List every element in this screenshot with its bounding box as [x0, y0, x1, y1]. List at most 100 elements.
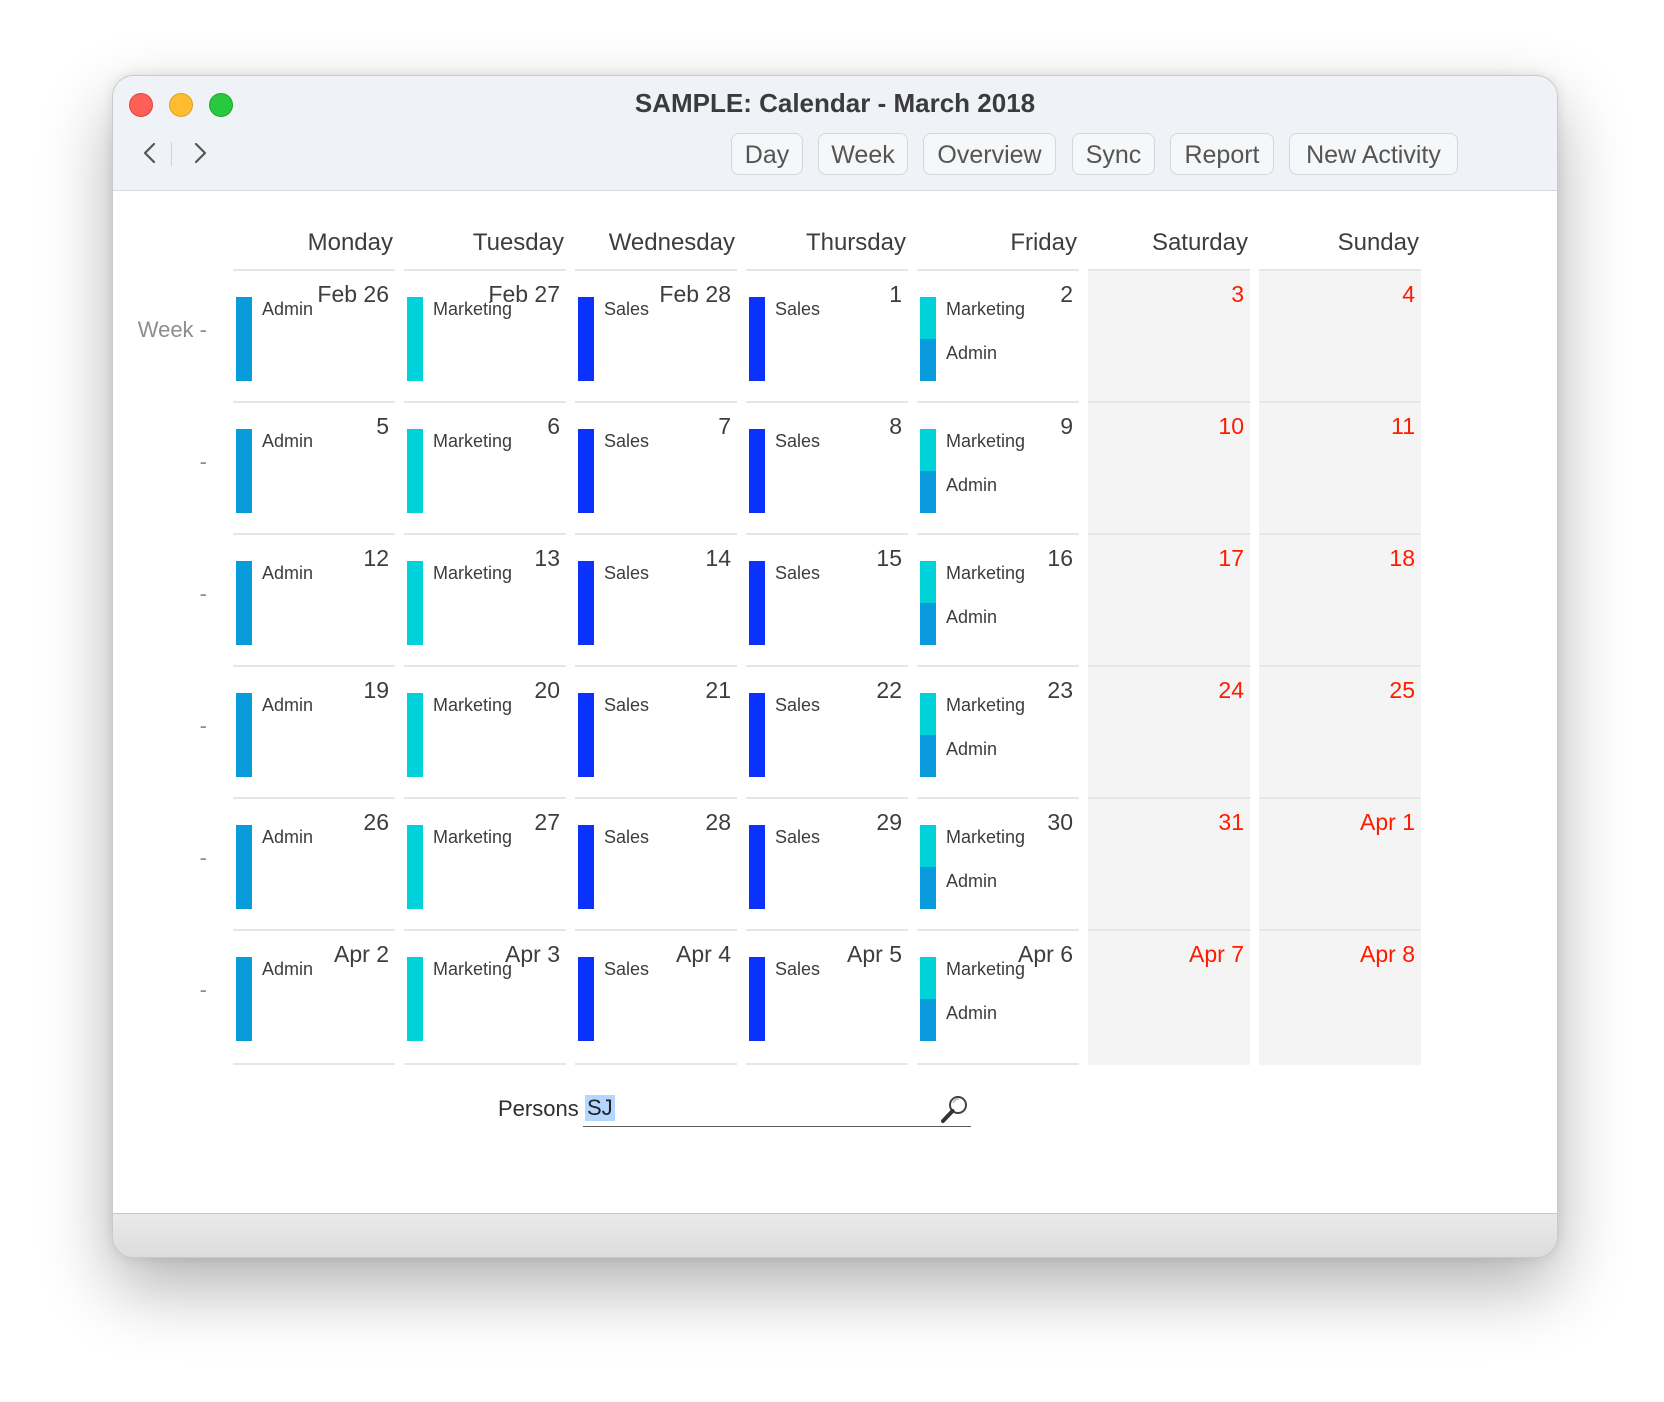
- event-label-admin[interactable]: Admin: [946, 871, 997, 892]
- event-label-admin[interactable]: Admin: [262, 695, 313, 716]
- week-label[interactable]: Week -: [113, 317, 207, 343]
- day-cell[interactable]: 20 Marketing: [404, 665, 566, 797]
- day-cell[interactable]: 22 Sales: [746, 665, 908, 797]
- new-activity-button[interactable]: New Activity: [1289, 133, 1458, 175]
- week-label[interactable]: -: [113, 581, 207, 607]
- day-cell[interactable]: 14 Sales: [575, 533, 737, 665]
- day-cell[interactable]: 25: [1259, 665, 1421, 797]
- event-label-marketing[interactable]: Marketing: [433, 431, 512, 452]
- day-cell[interactable]: 28 Sales: [575, 797, 737, 929]
- event-label-sales[interactable]: Sales: [775, 431, 820, 452]
- day-cell[interactable]: Feb 26 Admin: [233, 269, 395, 401]
- event-label-sales[interactable]: Sales: [775, 563, 820, 584]
- event-label-marketing[interactable]: Marketing: [946, 959, 1025, 980]
- week-label[interactable]: -: [113, 977, 207, 1003]
- event-bar-admin[interactable]: [236, 561, 252, 645]
- event-label-marketing[interactable]: Marketing: [433, 299, 512, 320]
- day-cell[interactable]: 10: [1088, 401, 1250, 533]
- day-cell[interactable]: 29 Sales: [746, 797, 908, 929]
- day-cell[interactable]: 21 Sales: [575, 665, 737, 797]
- week-label[interactable]: -: [113, 449, 207, 475]
- day-cell[interactable]: Apr 7: [1088, 929, 1250, 1065]
- event-label-admin[interactable]: Admin: [946, 1003, 997, 1024]
- event-label-marketing[interactable]: Marketing: [433, 827, 512, 848]
- sync-button[interactable]: Sync: [1072, 133, 1155, 175]
- day-cell[interactable]: Apr 1: [1259, 797, 1421, 929]
- event-label-sales[interactable]: Sales: [604, 695, 649, 716]
- event-label-marketing[interactable]: Marketing: [946, 299, 1025, 320]
- event-label-marketing[interactable]: Marketing: [433, 959, 512, 980]
- day-cell[interactable]: 6 Marketing: [404, 401, 566, 533]
- event-label-admin[interactable]: Admin: [262, 959, 313, 980]
- event-bar-admin[interactable]: [920, 339, 936, 381]
- day-cell[interactable]: Feb 27 Marketing: [404, 269, 566, 401]
- day-cell[interactable]: 2 Marketing Admin: [917, 269, 1079, 401]
- event-bar-marketing[interactable]: [407, 561, 423, 645]
- event-bar-marketing[interactable]: [920, 297, 936, 339]
- week-label[interactable]: -: [113, 845, 207, 871]
- event-label-sales[interactable]: Sales: [775, 959, 820, 980]
- event-bar-sales[interactable]: [749, 957, 765, 1041]
- event-bar-marketing[interactable]: [920, 825, 936, 867]
- event-label-sales[interactable]: Sales: [604, 431, 649, 452]
- event-bar-sales[interactable]: [749, 297, 765, 381]
- event-label-admin[interactable]: Admin: [262, 431, 313, 452]
- day-cell[interactable]: Apr 8: [1259, 929, 1421, 1065]
- day-cell[interactable]: 16 Marketing Admin: [917, 533, 1079, 665]
- event-label-admin[interactable]: Admin: [946, 739, 997, 760]
- event-bar-sales[interactable]: [578, 297, 594, 381]
- event-bar-sales[interactable]: [578, 825, 594, 909]
- event-bar-admin[interactable]: [920, 867, 936, 909]
- event-label-sales[interactable]: Sales: [775, 827, 820, 848]
- event-label-admin[interactable]: Admin: [946, 607, 997, 628]
- overview-button[interactable]: Overview: [923, 133, 1056, 175]
- event-label-marketing[interactable]: Marketing: [433, 563, 512, 584]
- persons-search-field[interactable]: SJ: [583, 1093, 971, 1127]
- day-cell[interactable]: 27 Marketing: [404, 797, 566, 929]
- week-button[interactable]: Week: [818, 133, 908, 175]
- event-label-sales[interactable]: Sales: [775, 299, 820, 320]
- day-cell[interactable]: 11: [1259, 401, 1421, 533]
- event-label-marketing[interactable]: Marketing: [946, 431, 1025, 452]
- day-cell[interactable]: 12 Admin: [233, 533, 395, 665]
- day-cell[interactable]: Apr 6 Marketing Admin: [917, 929, 1079, 1065]
- event-label-sales[interactable]: Sales: [604, 959, 649, 980]
- day-button[interactable]: Day: [731, 133, 803, 175]
- event-bar-sales[interactable]: [578, 957, 594, 1041]
- day-cell[interactable]: Apr 4 Sales: [575, 929, 737, 1065]
- day-cell[interactable]: 17: [1088, 533, 1250, 665]
- event-bar-admin[interactable]: [920, 471, 936, 513]
- day-cell[interactable]: 24: [1088, 665, 1250, 797]
- event-bar-admin[interactable]: [236, 297, 252, 381]
- day-cell[interactable]: 9 Marketing Admin: [917, 401, 1079, 533]
- event-bar-admin[interactable]: [236, 693, 252, 777]
- event-label-marketing[interactable]: Marketing: [946, 563, 1025, 584]
- event-bar-sales[interactable]: [578, 429, 594, 513]
- previous-button[interactable]: [133, 136, 167, 170]
- event-bar-sales[interactable]: [578, 561, 594, 645]
- event-bar-admin[interactable]: [920, 999, 936, 1041]
- day-cell[interactable]: 13 Marketing: [404, 533, 566, 665]
- day-cell[interactable]: 19 Admin: [233, 665, 395, 797]
- event-bar-admin[interactable]: [236, 429, 252, 513]
- event-label-sales[interactable]: Sales: [775, 695, 820, 716]
- event-bar-sales[interactable]: [578, 693, 594, 777]
- event-label-sales[interactable]: Sales: [604, 827, 649, 848]
- event-bar-marketing[interactable]: [407, 429, 423, 513]
- event-label-admin[interactable]: Admin: [262, 563, 313, 584]
- event-label-sales[interactable]: Sales: [604, 299, 649, 320]
- event-label-admin[interactable]: Admin: [946, 343, 997, 364]
- event-bar-sales[interactable]: [749, 429, 765, 513]
- event-label-admin[interactable]: Admin: [946, 475, 997, 496]
- event-bar-marketing[interactable]: [920, 561, 936, 603]
- day-cell[interactable]: Feb 28 Sales: [575, 269, 737, 401]
- event-label-admin[interactable]: Admin: [262, 299, 313, 320]
- event-bar-admin[interactable]: [236, 825, 252, 909]
- day-cell[interactable]: 18: [1259, 533, 1421, 665]
- event-bar-sales[interactable]: [749, 561, 765, 645]
- event-label-marketing[interactable]: Marketing: [946, 695, 1025, 716]
- report-button[interactable]: Report: [1170, 133, 1274, 175]
- day-cell[interactable]: 15 Sales: [746, 533, 908, 665]
- day-cell[interactable]: 30 Marketing Admin: [917, 797, 1079, 929]
- day-cell[interactable]: Apr 3 Marketing: [404, 929, 566, 1065]
